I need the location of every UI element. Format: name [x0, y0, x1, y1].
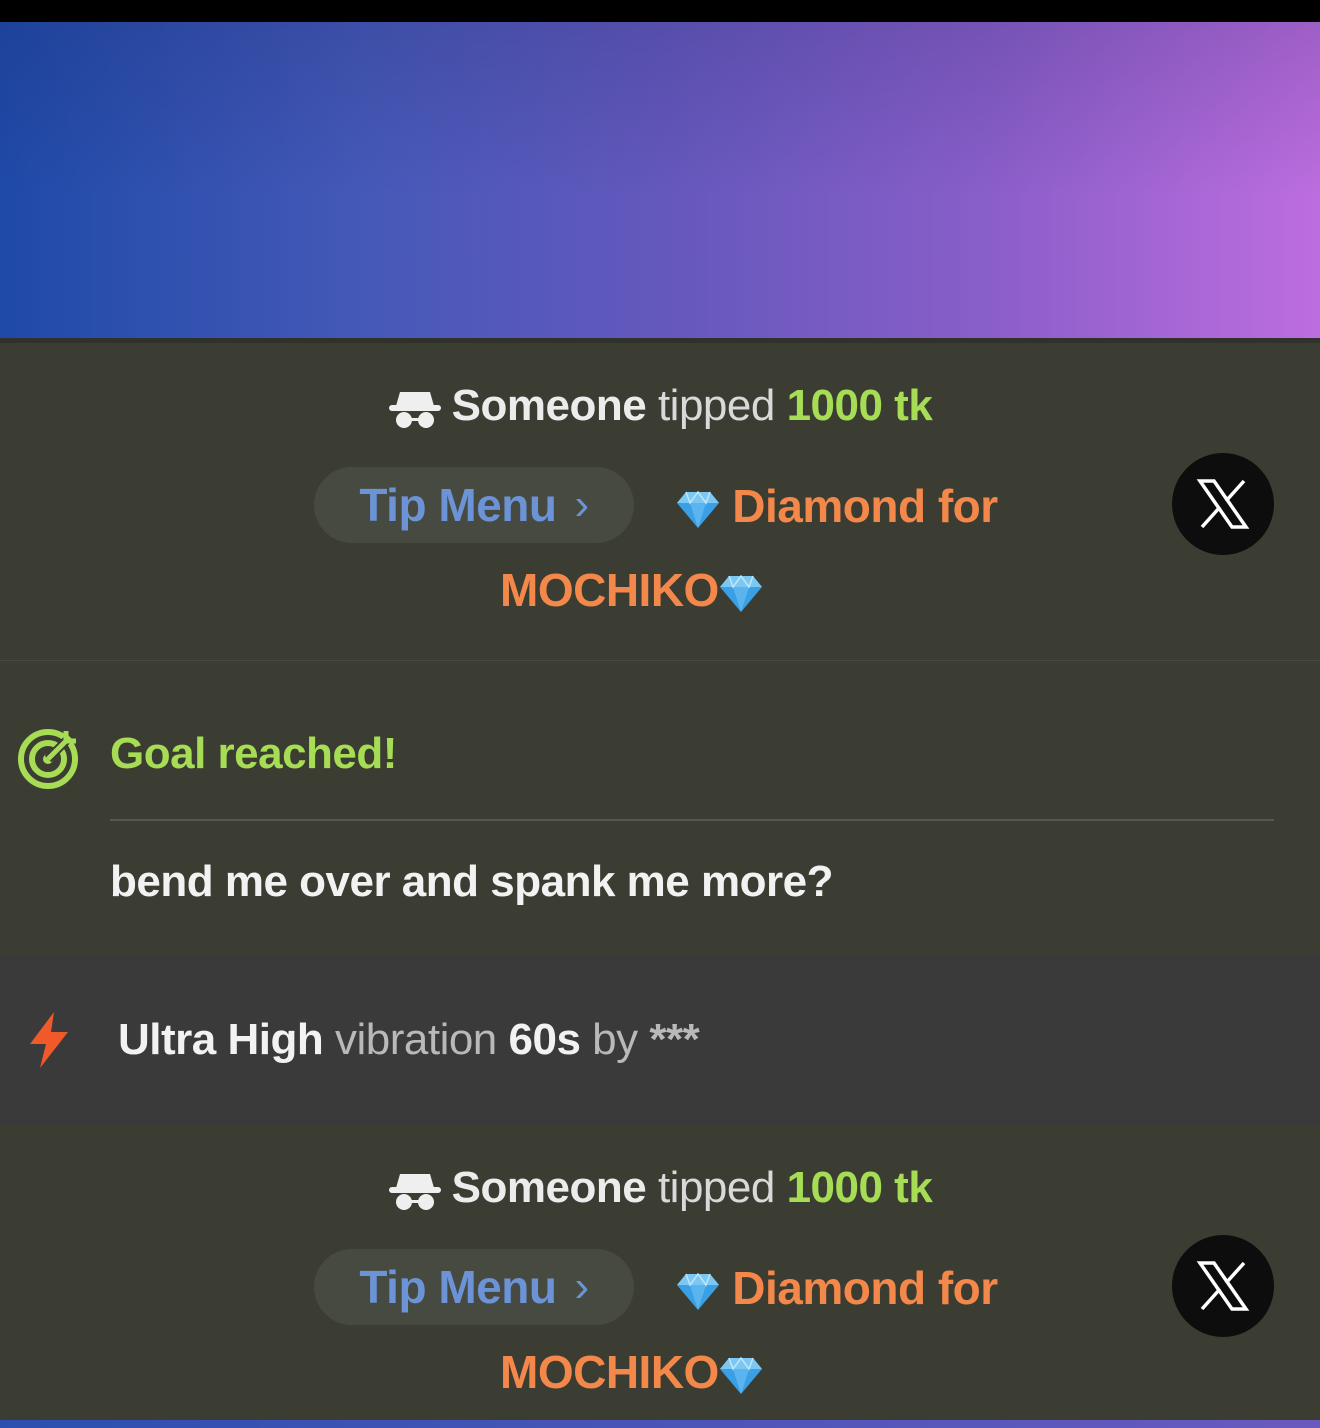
target-icon	[18, 729, 78, 789]
diamond-icon	[719, 1356, 763, 1396]
goal-title: Goal reached!	[110, 729, 397, 778]
vibration-by: by	[592, 1015, 638, 1064]
vibration-level: Ultra High	[118, 1015, 324, 1064]
tip-menu-label: Tip Menu	[359, 479, 557, 531]
chevron-right-icon: ›	[574, 1262, 589, 1311]
tip-menu-label: Tip Menu	[359, 1261, 557, 1313]
reward-text: Diamond for	[732, 1262, 998, 1314]
share-x-button[interactable]	[1172, 453, 1274, 555]
diamond-icon	[676, 490, 720, 530]
tip-notification: Someone tipped 1000 tk Tip Menu › Diamon…	[0, 1125, 1320, 1425]
header-banner	[0, 22, 1320, 338]
reward-name: MOCHIKO	[500, 1346, 719, 1398]
tipper-name[interactable]: Someone	[452, 1163, 647, 1212]
x-logo-icon	[1196, 479, 1250, 529]
lightning-icon	[30, 1012, 68, 1068]
reward-line-1: Diamond for	[676, 479, 998, 533]
tip-amount: 1000 tk	[786, 1163, 933, 1212]
reward-line-2: MOCHIKO	[500, 1345, 763, 1399]
incognito-icon	[388, 1168, 442, 1212]
incognito-icon	[388, 386, 442, 430]
goal-description: bend me over and spank me more?	[110, 857, 833, 906]
tip-amount: 1000 tk	[786, 381, 933, 430]
bottom-border	[0, 1420, 1320, 1428]
diamond-icon	[676, 1272, 720, 1312]
tip-verb: tipped	[657, 1163, 775, 1212]
vibration-text: Ultra High vibration 60s by ***	[118, 1015, 700, 1065]
share-x-button[interactable]	[1172, 1235, 1274, 1337]
tip-summary: Someone tipped 1000 tk	[0, 1163, 1320, 1213]
tip-menu-button[interactable]: Tip Menu ›	[314, 467, 634, 543]
reward-line-2: MOCHIKO	[500, 563, 763, 617]
reward-name: MOCHIKO	[500, 564, 719, 616]
x-logo-icon	[1196, 1261, 1250, 1311]
diamond-icon	[719, 574, 763, 614]
reward-text: Diamond for	[732, 480, 998, 532]
chevron-right-icon: ›	[574, 480, 589, 529]
tip-verb: tipped	[657, 381, 775, 430]
tip-summary: Someone tipped 1000 tk	[0, 381, 1320, 431]
tip-menu-button[interactable]: Tip Menu ›	[314, 1249, 634, 1325]
tip-notification: Someone tipped 1000 tk Tip Menu › Diamon…	[0, 343, 1320, 661]
goal-divider	[110, 819, 1274, 821]
reward-line-1: Diamond for	[676, 1261, 998, 1315]
top-bar	[0, 0, 1320, 22]
vibration-label: vibration	[334, 1015, 497, 1064]
vibration-user: ***	[649, 1015, 700, 1064]
tipper-name[interactable]: Someone	[452, 381, 647, 430]
vibration-notification: Ultra High vibration 60s by ***	[0, 955, 1320, 1125]
vibration-duration: 60s	[508, 1015, 581, 1064]
goal-notification: Goal reached! bend me over and spank me …	[0, 661, 1320, 953]
